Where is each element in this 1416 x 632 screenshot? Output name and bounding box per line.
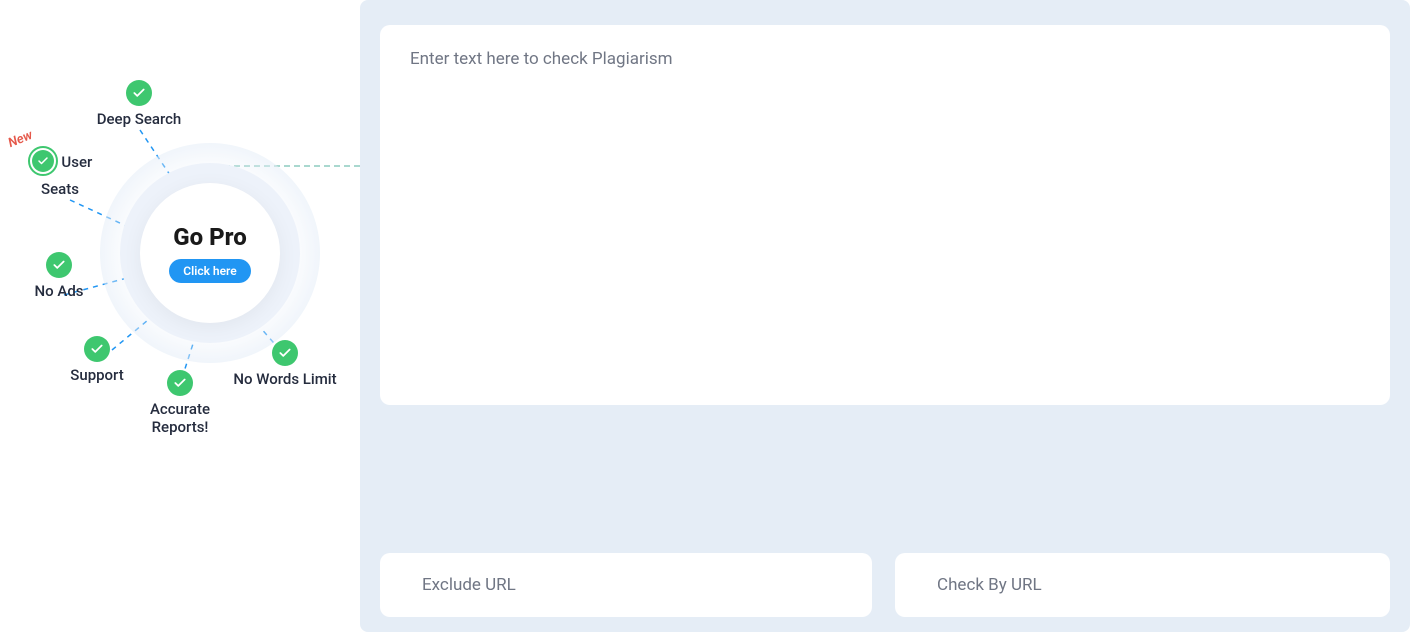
- feature-deep-search: Deep Search: [84, 80, 194, 128]
- feature-label: Support: [70, 366, 123, 384]
- check-icon: [272, 340, 298, 366]
- check-icon: [126, 80, 152, 106]
- feature-label: Accurate Reports!: [150, 400, 210, 436]
- check-icon: [84, 336, 110, 362]
- feature-no-words-limit: No Words Limit: [225, 340, 345, 388]
- feature-label: No Words Limit: [233, 370, 336, 388]
- feature-no-ads: No Ads: [24, 252, 94, 300]
- go-pro-title: Go Pro: [173, 223, 246, 251]
- click-here-button[interactable]: Click here: [169, 259, 250, 283]
- exclude-url-input[interactable]: [380, 553, 872, 617]
- check-icon: [46, 252, 72, 278]
- feature-user-seats: New User Seats: [15, 146, 105, 198]
- check-by-url-input[interactable]: [895, 553, 1390, 617]
- feature-accurate-reports: Accurate Reports!: [135, 370, 225, 436]
- feature-support: Support: [62, 336, 132, 384]
- feature-label: No Ads: [35, 282, 84, 300]
- plagiarism-textarea[interactable]: [380, 25, 1390, 405]
- check-icon: [28, 146, 58, 176]
- main-panel: [360, 0, 1410, 632]
- new-badge: New: [6, 128, 35, 151]
- check-icon: [167, 370, 193, 396]
- feature-label: Deep Search: [97, 110, 182, 128]
- go-pro-widget: Go Pro Click here Deep Search New User S…: [0, 50, 360, 470]
- go-pro-center: Go Pro Click here: [140, 183, 280, 323]
